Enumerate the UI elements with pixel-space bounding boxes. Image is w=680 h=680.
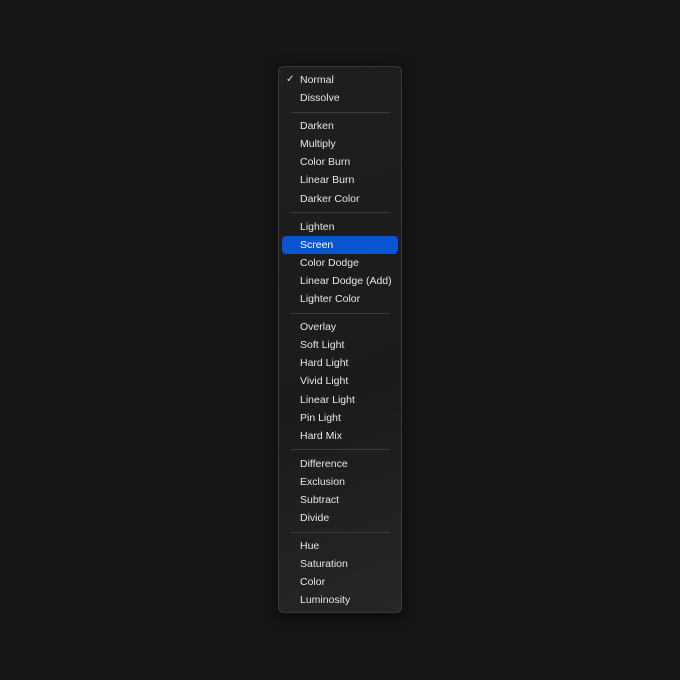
menu-item-label: Darker Color [300, 192, 360, 205]
menu-item-label: Normal [300, 74, 334, 86]
menu-item-label: Difference [300, 457, 348, 470]
menu-item-label: Hard Mix [300, 429, 343, 442]
menu-item-linear-burn[interactable]: Linear Burn [282, 171, 398, 189]
menu-item-soft-light[interactable]: Soft Light [282, 336, 398, 354]
menu-item-lighten[interactable]: Lighten [282, 218, 398, 236]
menu-separator [291, 111, 390, 113]
checkmark-icon: ✓ [286, 74, 295, 85]
menu-item-normal[interactable]: ✓ Normal [282, 71, 398, 89]
menu-item-label: Overlay [300, 321, 337, 334]
menu-item-label: Luminosity [300, 594, 351, 607]
menu-item-label: Hue [300, 540, 320, 553]
menu-item-label: Saturation [300, 558, 348, 571]
menu-item-label: Vivid Light [300, 375, 349, 388]
menu-item-darken[interactable]: Darken [282, 117, 398, 135]
menu-item-luminosity[interactable]: Luminosity [282, 591, 398, 609]
menu-separator [291, 312, 390, 314]
menu-item-vivid-light[interactable]: Vivid Light [282, 372, 398, 390]
menu-item-label: Soft Light [300, 339, 345, 352]
menu-separator [291, 449, 390, 451]
menu-item-label: Hard Light [300, 357, 349, 370]
menu-item-label: Linear Burn [300, 174, 355, 187]
menu-separator [291, 212, 390, 214]
menu-item-label: Linear Light [300, 393, 355, 406]
menu-item-label: Color Burn [300, 156, 351, 169]
menu-item-label: Darken [300, 120, 334, 133]
menu-item-label: Lighten [300, 220, 335, 233]
menu-item-linear-dodge-add[interactable]: Linear Dodge (Add) [282, 272, 398, 290]
menu-item-hard-light[interactable]: Hard Light [282, 354, 398, 372]
menu-item-divide[interactable]: Divide [282, 509, 398, 527]
menu-item-label: Linear Dodge (Add) [300, 274, 392, 287]
menu-item-label: Lighter Color [300, 293, 361, 306]
menu-item-color[interactable]: Color [282, 573, 398, 591]
menu-item-exclusion[interactable]: Exclusion [282, 473, 398, 491]
menu-item-label: Color Dodge [300, 256, 359, 269]
menu-item-label: Dissolve [300, 92, 340, 105]
menu-item-color-burn[interactable]: Color Burn [282, 153, 398, 171]
menu-item-hue[interactable]: Hue [282, 537, 398, 555]
menu-item-label: Color [300, 576, 326, 589]
menu-item-overlay[interactable]: Overlay [282, 318, 398, 336]
menu-item-multiply[interactable]: Multiply [282, 135, 398, 153]
menu-item-dissolve[interactable]: Dissolve [282, 89, 398, 107]
menu-item-label: Exclusion [300, 475, 345, 488]
menu-item-screen[interactable]: Screen [282, 235, 398, 254]
menu-item-saturation[interactable]: Saturation [282, 555, 398, 573]
menu-item-subtract[interactable]: Subtract [282, 491, 398, 509]
menu-item-label: Multiply [300, 138, 336, 151]
menu-item-darker-color[interactable]: Darker Color [282, 190, 398, 208]
menu-separator [291, 531, 390, 533]
menu-item-label: Screen [300, 238, 334, 251]
menu-item-lighter-color[interactable]: Lighter Color [282, 290, 398, 308]
menu-item-color-dodge[interactable]: Color Dodge [282, 254, 398, 272]
menu-item-pin-light[interactable]: Pin Light [282, 409, 398, 427]
blend-mode-menu: ✓ Normal Dissolve Darken Multiply Color Burn L… [278, 66, 402, 613]
menu-item-hard-mix[interactable]: Hard Mix [282, 427, 398, 445]
menu-item-linear-light[interactable]: Linear Light [282, 391, 398, 409]
menu-item-label: Divide [300, 512, 330, 525]
menu-item-label: Subtract [300, 493, 340, 506]
menu-item-difference[interactable]: Difference [282, 455, 398, 473]
menu-item-label: Pin Light [300, 411, 341, 424]
